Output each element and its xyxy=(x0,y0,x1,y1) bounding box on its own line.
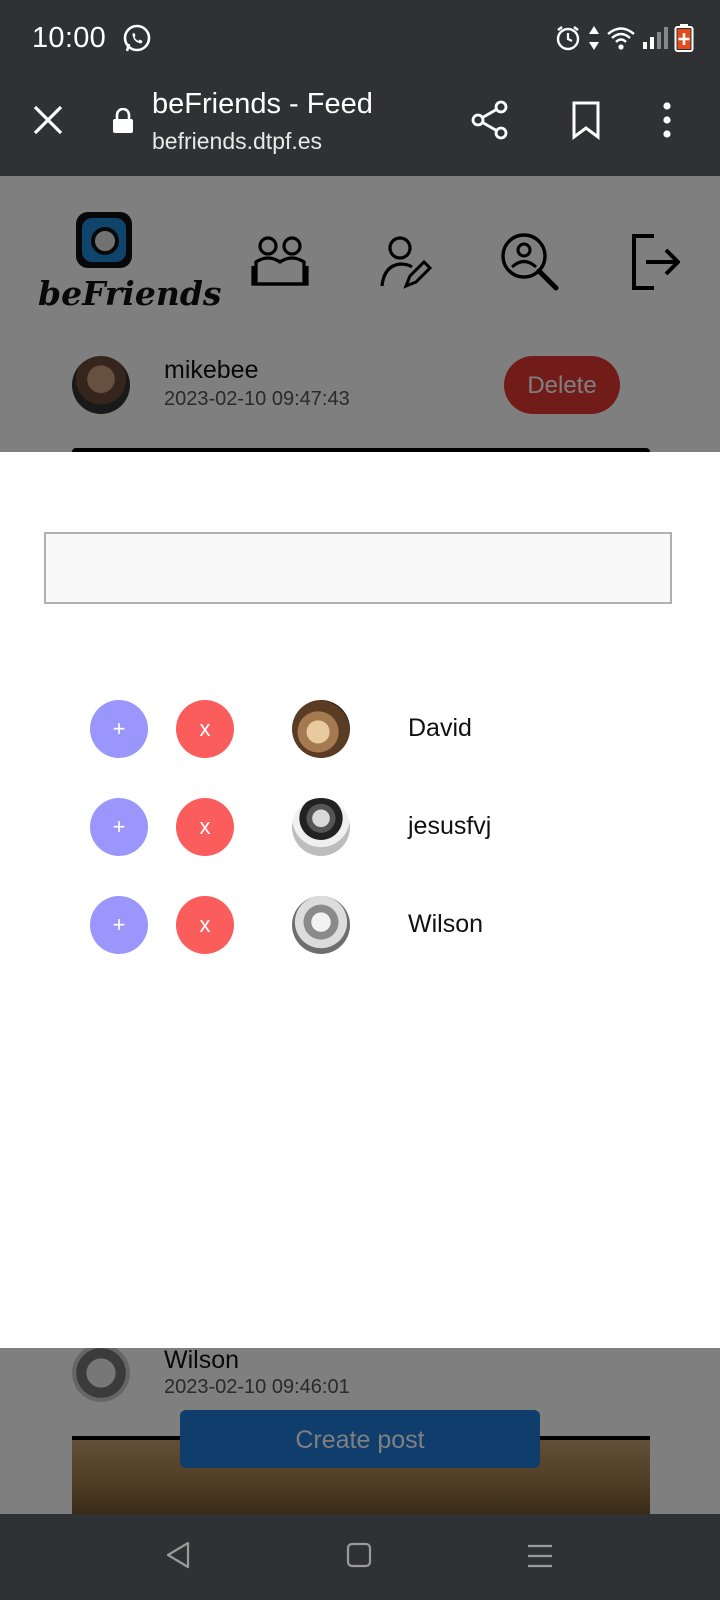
reject-request-button[interactable]: x xyxy=(176,700,234,758)
reject-request-button[interactable]: x xyxy=(176,896,234,954)
create-post-button[interactable]: Create post xyxy=(180,1410,540,1468)
alarm-icon xyxy=(554,24,582,57)
more-vert-icon[interactable] xyxy=(660,100,674,145)
whatsapp-icon xyxy=(122,24,152,59)
search-input[interactable] xyxy=(44,532,672,604)
home-icon[interactable] xyxy=(346,1542,372,1573)
post-username[interactable]: Wilson xyxy=(164,1346,239,1375)
request-username[interactable]: David xyxy=(408,714,472,743)
avatar[interactable] xyxy=(292,798,350,856)
list-item: + x Wilson xyxy=(0,896,720,954)
avatar[interactable] xyxy=(72,1344,130,1402)
accept-request-button[interactable]: + xyxy=(90,896,148,954)
battery-icon xyxy=(674,24,694,57)
recent-apps-icon[interactable] xyxy=(526,1544,554,1573)
wifi-icon xyxy=(606,26,636,55)
request-username[interactable]: Wilson xyxy=(408,910,483,939)
share-icon[interactable] xyxy=(470,100,510,145)
bookmark-icon[interactable] xyxy=(570,100,602,145)
lock-icon xyxy=(112,107,134,139)
list-item: + x jesusfvj xyxy=(0,798,720,856)
avatar[interactable] xyxy=(292,700,350,758)
status-time: 10:00 xyxy=(32,22,107,54)
accept-request-button[interactable]: + xyxy=(90,700,148,758)
signal-icon xyxy=(642,27,668,54)
post-date: 2023-02-10 09:46:01 xyxy=(164,1376,350,1398)
accept-request-button[interactable]: + xyxy=(90,798,148,856)
status-icons xyxy=(554,24,694,57)
avatar[interactable] xyxy=(292,896,350,954)
page-url[interactable]: befriends.dtpf.es xyxy=(152,128,322,155)
close-icon[interactable] xyxy=(30,102,66,143)
back-icon[interactable] xyxy=(164,1540,192,1575)
reject-request-button[interactable]: x xyxy=(176,798,234,856)
list-item: + x David xyxy=(0,700,720,758)
data-arrows-icon xyxy=(588,25,600,56)
request-username[interactable]: jesusfvj xyxy=(408,812,491,841)
friend-requests-modal: + x David + x jesusfvj + x Wilson xyxy=(0,452,720,1348)
page-title: beFriends - Feed xyxy=(152,88,373,120)
modal-backdrop[interactable] xyxy=(0,176,720,452)
